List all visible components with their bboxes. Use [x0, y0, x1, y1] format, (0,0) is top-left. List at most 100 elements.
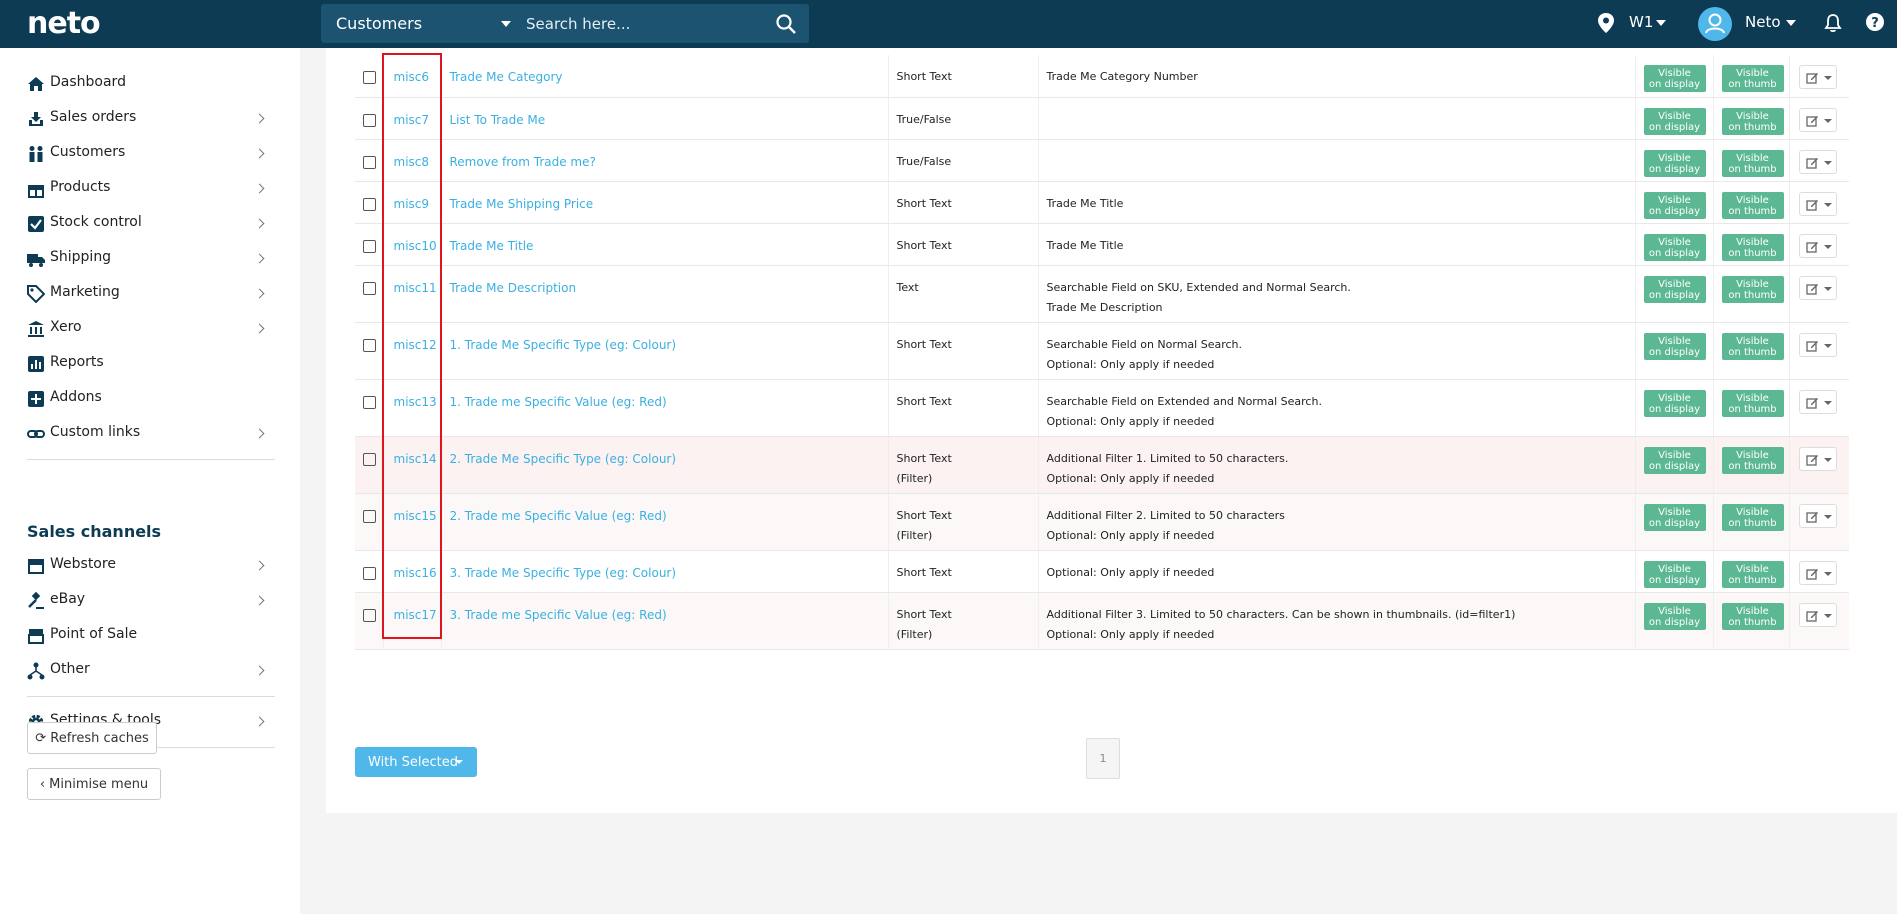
row-checkbox[interactable]: [363, 197, 376, 211]
sidebar-item-xero[interactable]: Xero: [27, 316, 275, 342]
visible-on-thumb-badge[interactable]: Visible on thumb: [1721, 560, 1784, 588]
visible-on-display-badge[interactable]: Visible on display: [1643, 149, 1706, 177]
field-name-link[interactable]: Trade Me Description: [450, 281, 577, 295]
row-checkbox[interactable]: [363, 155, 376, 169]
search-scope-select[interactable]: Customers: [321, 4, 521, 43]
row-checkbox[interactable]: [363, 566, 376, 580]
visible-on-display-badge[interactable]: Visible on display: [1643, 65, 1706, 92]
edit-dropdown-button[interactable]: [1798, 107, 1837, 132]
visible-on-thumb-badge[interactable]: Visible on thumb: [1721, 233, 1784, 261]
chevron-right-icon: [254, 428, 265, 439]
row-checkbox[interactable]: [363, 608, 376, 622]
sidebar-item-reports[interactable]: Reports: [27, 351, 275, 377]
sidebar-item-dashboard[interactable]: Dashboard: [27, 71, 275, 97]
sidebar-item-customers[interactable]: Customers: [27, 141, 275, 167]
edit-dropdown-button[interactable]: [1798, 602, 1837, 627]
edit-dropdown-button[interactable]: [1798, 233, 1837, 258]
edit-dropdown-button[interactable]: [1798, 446, 1837, 471]
visible-on-thumb-badge[interactable]: Visible on thumb: [1721, 65, 1784, 92]
visible-on-thumb-badge[interactable]: Visible on thumb: [1721, 332, 1784, 360]
location-selector[interactable]: W1: [1629, 13, 1653, 31]
sidebar-item-shipping[interactable]: Shipping: [27, 246, 275, 272]
visible-thumb-cell: Visible on thumb: [1712, 436, 1789, 494]
row-checkbox[interactable]: [363, 281, 376, 295]
sidebar-item-sales-orders[interactable]: Sales orders: [27, 106, 275, 132]
visible-on-thumb-badge[interactable]: Visible on thumb: [1721, 446, 1784, 474]
visible-on-display-badge[interactable]: Visible on display: [1643, 233, 1706, 261]
visible-on-thumb-badge[interactable]: Visible on thumb: [1721, 602, 1784, 630]
row-checkbox[interactable]: [363, 509, 376, 523]
field-name-link[interactable]: 3. Trade me Specific Value (eg: Red): [450, 608, 667, 622]
field-name-link[interactable]: 3. Trade Me Specific Type (eg: Colour): [450, 566, 677, 580]
sidebar-item-products[interactable]: Products: [27, 176, 275, 202]
field-name-link[interactable]: 2. Trade Me Specific Type (eg: Colour): [450, 452, 677, 466]
field-name-link[interactable]: 2. Trade me Specific Value (eg: Red): [450, 509, 667, 523]
visible-on-display-badge[interactable]: Visible on display: [1643, 503, 1706, 531]
visible-on-display-badge[interactable]: Visible on display: [1643, 107, 1706, 135]
visible-on-thumb-badge[interactable]: Visible on thumb: [1721, 503, 1784, 531]
avatar[interactable]: [1698, 7, 1732, 41]
field-description-text: Searchable Field on SKU, Extended and No…: [1046, 280, 1351, 294]
visible-on-display-badge[interactable]: Visible on display: [1643, 332, 1706, 360]
sidebar-item-marketing[interactable]: Marketing: [27, 281, 275, 307]
visible-on-thumb-badge[interactable]: Visible on thumb: [1721, 275, 1784, 303]
sidebar-item-stock-control[interactable]: Stock control: [27, 211, 275, 237]
visible-on-display-badge[interactable]: Visible on display: [1643, 275, 1706, 303]
row-checkbox[interactable]: [363, 239, 376, 253]
pagination-page[interactable]: 1: [1086, 738, 1120, 779]
field-name-link[interactable]: 1. Trade me Specific Value (eg: Red): [450, 395, 667, 409]
field-name-link[interactable]: Remove from Trade me?: [450, 155, 596, 169]
field-description-text: Trade Me Description: [1046, 300, 1163, 314]
sidebar-item-label: Sales orders: [50, 109, 137, 125]
badge-line: Visible: [1658, 194, 1691, 206]
field-name-link[interactable]: List To Trade Me: [450, 113, 546, 127]
visible-on-thumb-badge[interactable]: Visible on thumb: [1721, 389, 1784, 417]
map-pin-icon[interactable]: [1597, 12, 1615, 34]
edit-dropdown-button[interactable]: [1798, 149, 1837, 174]
field-description-cell: [1037, 139, 1635, 182]
visible-on-thumb-badge[interactable]: Visible on thumb: [1721, 191, 1784, 219]
refresh-caches-button[interactable]: ⟳ Refresh caches: [27, 722, 157, 754]
edit-dropdown-button[interactable]: [1798, 503, 1837, 528]
visible-on-display-badge[interactable]: Visible on display: [1643, 446, 1706, 474]
user-menu[interactable]: Neto: [1745, 13, 1781, 31]
field-name-link[interactable]: Trade Me Title: [450, 239, 534, 253]
field-name-link[interactable]: Trade Me Shipping Price: [450, 197, 594, 211]
edit-dropdown-button[interactable]: [1798, 191, 1837, 216]
edit-dropdown-button[interactable]: [1798, 65, 1837, 89]
help-icon[interactable]: ?: [1865, 12, 1885, 32]
edit-dropdown-button[interactable]: [1798, 389, 1837, 414]
row-checkbox[interactable]: [363, 338, 376, 352]
sidebar-item-custom-links[interactable]: Custom links: [27, 421, 275, 447]
highlight-box: [382, 53, 442, 639]
row-checkbox[interactable]: [363, 452, 376, 466]
sidebar-item-ebay[interactable]: eBay: [27, 588, 275, 614]
sidebar-item-other[interactable]: Other: [27, 658, 275, 684]
row-checkbox[interactable]: [363, 113, 376, 127]
sidebar-item-addons[interactable]: Addons: [27, 386, 275, 412]
visible-on-display-badge[interactable]: Visible on display: [1643, 191, 1706, 219]
visible-on-thumb-badge[interactable]: Visible on thumb: [1721, 107, 1784, 135]
visible-on-thumb-badge[interactable]: Visible on thumb: [1721, 149, 1784, 177]
visible-on-display-badge[interactable]: Visible on display: [1643, 389, 1706, 417]
sidebar-item-point-of-sale[interactable]: Point of Sale: [27, 623, 275, 649]
field-name-link[interactable]: Trade Me Category: [450, 70, 563, 84]
people-icon: [29, 146, 43, 162]
visible-on-display-badge[interactable]: Visible on display: [1643, 602, 1706, 630]
edit-dropdown-button[interactable]: [1798, 332, 1837, 357]
minimise-menu-button[interactable]: ‹ Minimise menu: [27, 768, 161, 800]
home-icon: [28, 77, 44, 91]
visible-on-display-badge[interactable]: Visible on display: [1643, 560, 1706, 588]
neto-logo[interactable]: neto: [27, 6, 101, 41]
sidebar-item-webstore[interactable]: Webstore: [27, 553, 275, 579]
edit-dropdown-button[interactable]: [1798, 560, 1837, 585]
row-checkbox[interactable]: [363, 395, 376, 409]
field-name-link[interactable]: 1. Trade Me Specific Type (eg: Colour): [450, 338, 677, 352]
search-icon[interactable]: [775, 13, 797, 35]
bell-icon[interactable]: [1824, 13, 1842, 33]
table-row: misc16 3. Trade Me Specific Type (eg: Col…: [355, 550, 1849, 593]
with-selected-button[interactable]: With Selected: [355, 747, 477, 777]
edit-dropdown-button[interactable]: [1798, 275, 1837, 300]
row-checkbox[interactable]: [363, 71, 376, 84]
search-input[interactable]: [526, 4, 766, 43]
